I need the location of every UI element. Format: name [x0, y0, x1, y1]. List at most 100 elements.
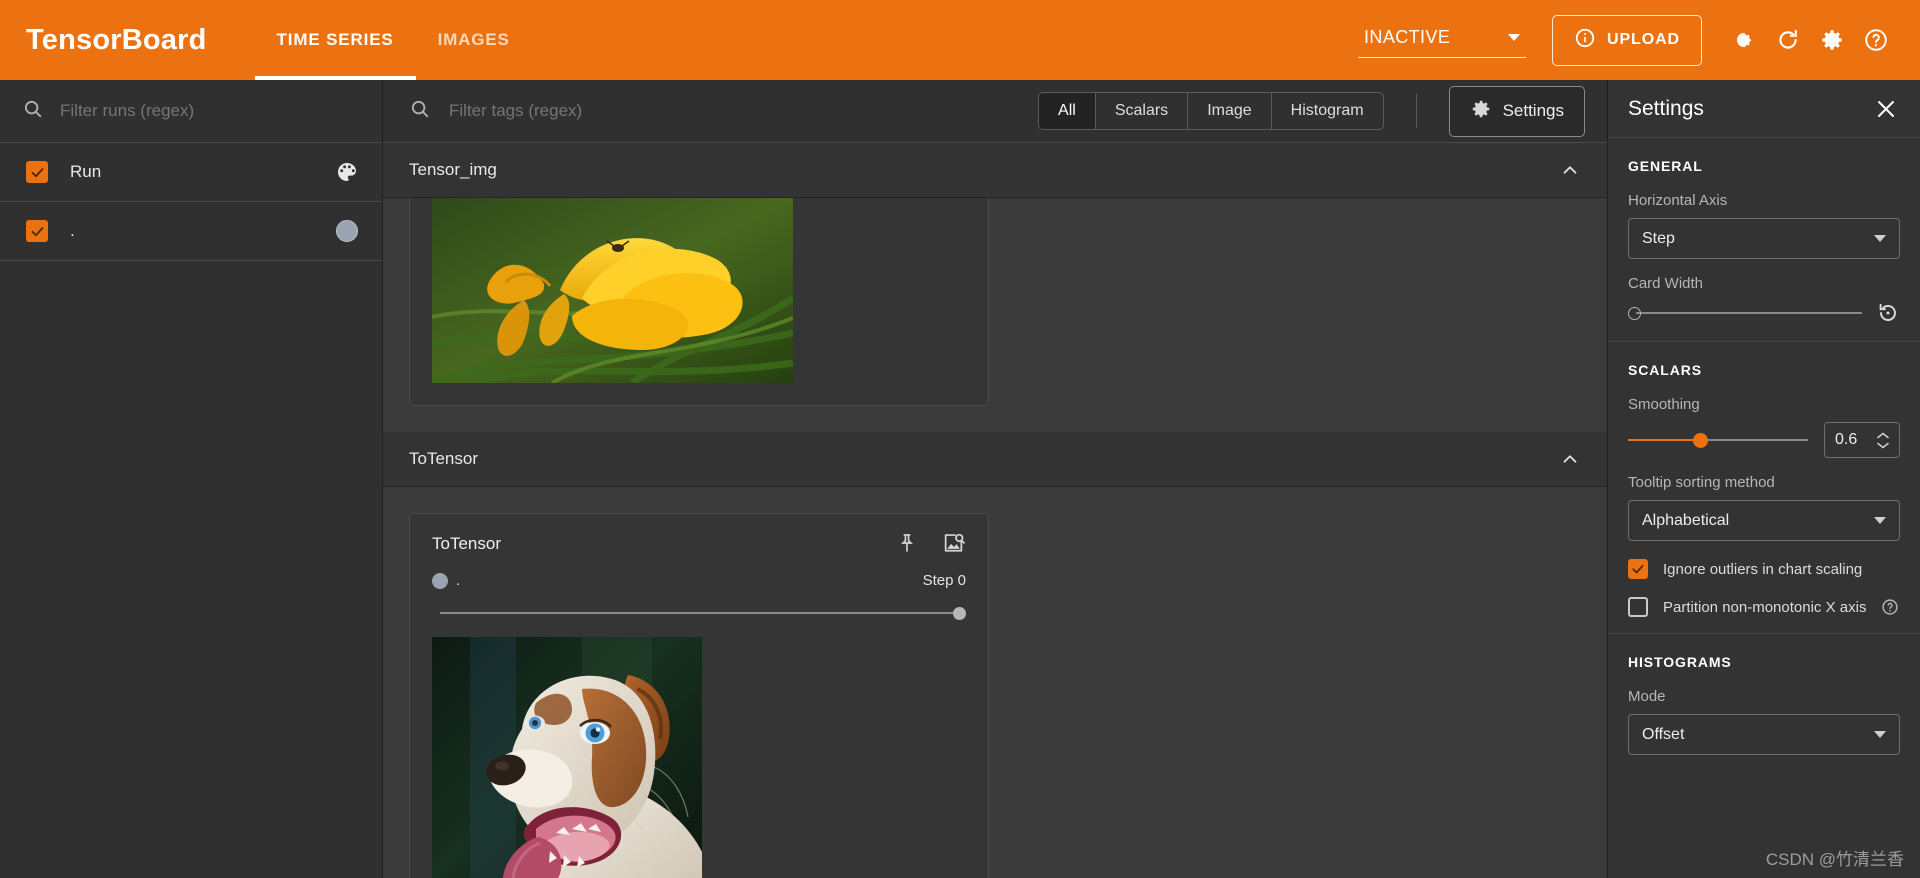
- histogram-mode-value: Offset: [1642, 725, 1685, 743]
- reset-icon[interactable]: [1876, 301, 1900, 325]
- histograms-heading: HISTOGRAMS: [1628, 654, 1732, 670]
- runs-filter-row: [0, 80, 382, 143]
- pin-icon[interactable]: [896, 532, 920, 556]
- card-width-slider[interactable]: [1628, 305, 1862, 321]
- toolbar-divider: [1415, 94, 1417, 128]
- settings-gear-icon: [1470, 98, 1492, 125]
- chevron-up-icon[interactable]: [1559, 448, 1581, 470]
- section-body-totensor: ToTensor . Step 0: [383, 487, 1607, 878]
- horizontal-axis-select[interactable]: Step: [1628, 218, 1900, 259]
- card-title: ToTensor: [432, 534, 501, 553]
- step-slider[interactable]: [432, 605, 966, 621]
- card-image-dog: [432, 637, 702, 878]
- run-checkbox-checked[interactable]: [26, 220, 48, 242]
- runs-filter-input[interactable]: [60, 101, 360, 121]
- card-actions: [896, 532, 966, 556]
- smoothing-track-rest: [1698, 439, 1808, 441]
- histogram-mode-label: Mode: [1628, 688, 1666, 705]
- image-search-icon[interactable]: [942, 532, 966, 556]
- runs-sidebar: Run .: [0, 80, 383, 878]
- smoothing-thumb[interactable]: [1692, 433, 1708, 448]
- horizontal-axis-label: Horizontal Axis: [1628, 192, 1728, 209]
- tag-filter-input[interactable]: [449, 101, 1021, 121]
- card-width-label: Card Width: [1628, 275, 1704, 292]
- ignore-outliers-label: Ignore outliers in chart scaling: [1663, 560, 1863, 578]
- smoothing-track-filled: [1628, 439, 1699, 441]
- run-color-dot: [432, 572, 448, 589]
- toggle-all[interactable]: All: [1039, 93, 1096, 129]
- run-status-selector[interactable]: INACTIVE: [1358, 23, 1527, 58]
- tooltip-sorting-label: Tooltip sorting method: [1628, 474, 1775, 491]
- settings-panel: Settings GENERAL Horizontal Axis Step Ca…: [1607, 80, 1920, 878]
- sidebar-run-item-run[interactable]: Run: [0, 143, 382, 202]
- settings-toggle-button[interactable]: Settings: [1448, 85, 1585, 137]
- image-card-totensor[interactable]: ToTensor . Step 0: [409, 513, 989, 878]
- sidebar-run-label: .: [70, 221, 75, 240]
- section-header-totensor[interactable]: ToTensor: [383, 432, 1607, 487]
- tooltip-sorting-select[interactable]: Alphabetical: [1628, 500, 1900, 541]
- watermark: CSDN @竹清兰香: [1765, 850, 1904, 869]
- settings-scalars-section: SCALARS Smoothing 0.6 Tooltip sorting me…: [1608, 342, 1920, 634]
- partition-x-checkbox-row[interactable]: Partition non-monotonic X axis: [1628, 597, 1900, 617]
- section-header-tensor-img[interactable]: Tensor_img: [383, 143, 1607, 198]
- toggle-image[interactable]: Image: [1188, 93, 1272, 129]
- upload-button[interactable]: UPLOAD: [1552, 14, 1702, 66]
- toggle-scalars[interactable]: Scalars: [1096, 93, 1189, 129]
- card-run-name: .: [456, 572, 461, 589]
- chevron-down-icon: [1874, 517, 1886, 524]
- card-image-flower: [432, 198, 793, 383]
- smoothing-value: 0.6: [1835, 431, 1858, 448]
- card-run-meta: . Step 0: [432, 572, 966, 589]
- chevron-down-icon: [1874, 235, 1886, 242]
- settings-general-section: GENERAL Horizontal Axis Step Card Width: [1608, 138, 1920, 342]
- info-circle-icon: [1574, 27, 1596, 54]
- general-heading: GENERAL: [1628, 158, 1703, 174]
- card-step-label: Step 0: [922, 572, 966, 589]
- sidebar-run-label: Run: [70, 162, 102, 181]
- tab-images[interactable]: IMAGES: [416, 0, 532, 80]
- main-content: All Scalars Image Histogram Settings Ten…: [383, 80, 1607, 878]
- card-width-track: [1636, 312, 1862, 314]
- toggle-histogram[interactable]: Histogram: [1272, 93, 1383, 129]
- chevron-down-icon: [1508, 33, 1521, 41]
- settings-panel-title: Settings: [1628, 96, 1704, 120]
- step-slider-thumb[interactable]: [953, 607, 966, 620]
- run-color-dot[interactable]: [334, 218, 360, 244]
- close-icon[interactable]: [1874, 97, 1898, 121]
- brightness-icon[interactable]: [1722, 18, 1766, 62]
- smoothing-label: Smoothing: [1628, 396, 1700, 413]
- section-title: ToTensor: [409, 449, 478, 468]
- refresh-icon[interactable]: [1766, 18, 1810, 62]
- plugin-toggle-group: All Scalars Image Histogram: [1038, 92, 1384, 130]
- color-palette-icon[interactable]: [334, 159, 360, 185]
- smoothing-number-input[interactable]: 0.6: [1824, 422, 1900, 458]
- image-card-tensor-img[interactable]: [409, 198, 989, 406]
- chevron-up-icon[interactable]: [1559, 159, 1581, 181]
- settings-panel-header: Settings: [1608, 80, 1920, 138]
- run-status-value: INACTIVE: [1364, 26, 1451, 47]
- card-width-thumb[interactable]: [1628, 307, 1641, 320]
- settings-toggle-label: Settings: [1502, 101, 1564, 120]
- main-nav-tabs: TIME SERIES IMAGES: [254, 0, 532, 80]
- cards-scroll-area[interactable]: Tensor_img ToTensor ToTensor . Step 0: [383, 143, 1607, 878]
- section-body-tensor-img: [383, 198, 1607, 432]
- histogram-mode-select[interactable]: Offset: [1628, 714, 1900, 755]
- tab-images-label: IMAGES: [437, 30, 510, 49]
- body-wrap: Run .: [0, 80, 1920, 878]
- smoothing-slider[interactable]: [1628, 431, 1808, 449]
- tab-time-series[interactable]: TIME SERIES: [254, 0, 416, 80]
- settings-histograms-section: HISTOGRAMS Mode Offset: [1608, 634, 1920, 771]
- settings-gear-icon[interactable]: [1810, 18, 1854, 62]
- ignore-outliers-checkbox-row[interactable]: Ignore outliers in chart scaling: [1628, 559, 1900, 579]
- help-circle-icon[interactable]: [1854, 18, 1898, 62]
- ignore-outliers-checkbox[interactable]: [1628, 559, 1648, 579]
- step-slider-track: [440, 612, 958, 614]
- number-stepper[interactable]: [1873, 431, 1893, 449]
- card-width-row: [1628, 301, 1900, 325]
- run-checkbox-checked[interactable]: [26, 161, 48, 183]
- partition-x-checkbox[interactable]: [1628, 597, 1648, 617]
- sidebar-run-item-dot[interactable]: .: [0, 202, 382, 261]
- top-app-bar: TensorBoard TIME SERIES IMAGES INACTIVE …: [0, 0, 1920, 80]
- card-header: ToTensor: [432, 532, 966, 556]
- help-circle-icon[interactable]: [1881, 598, 1899, 616]
